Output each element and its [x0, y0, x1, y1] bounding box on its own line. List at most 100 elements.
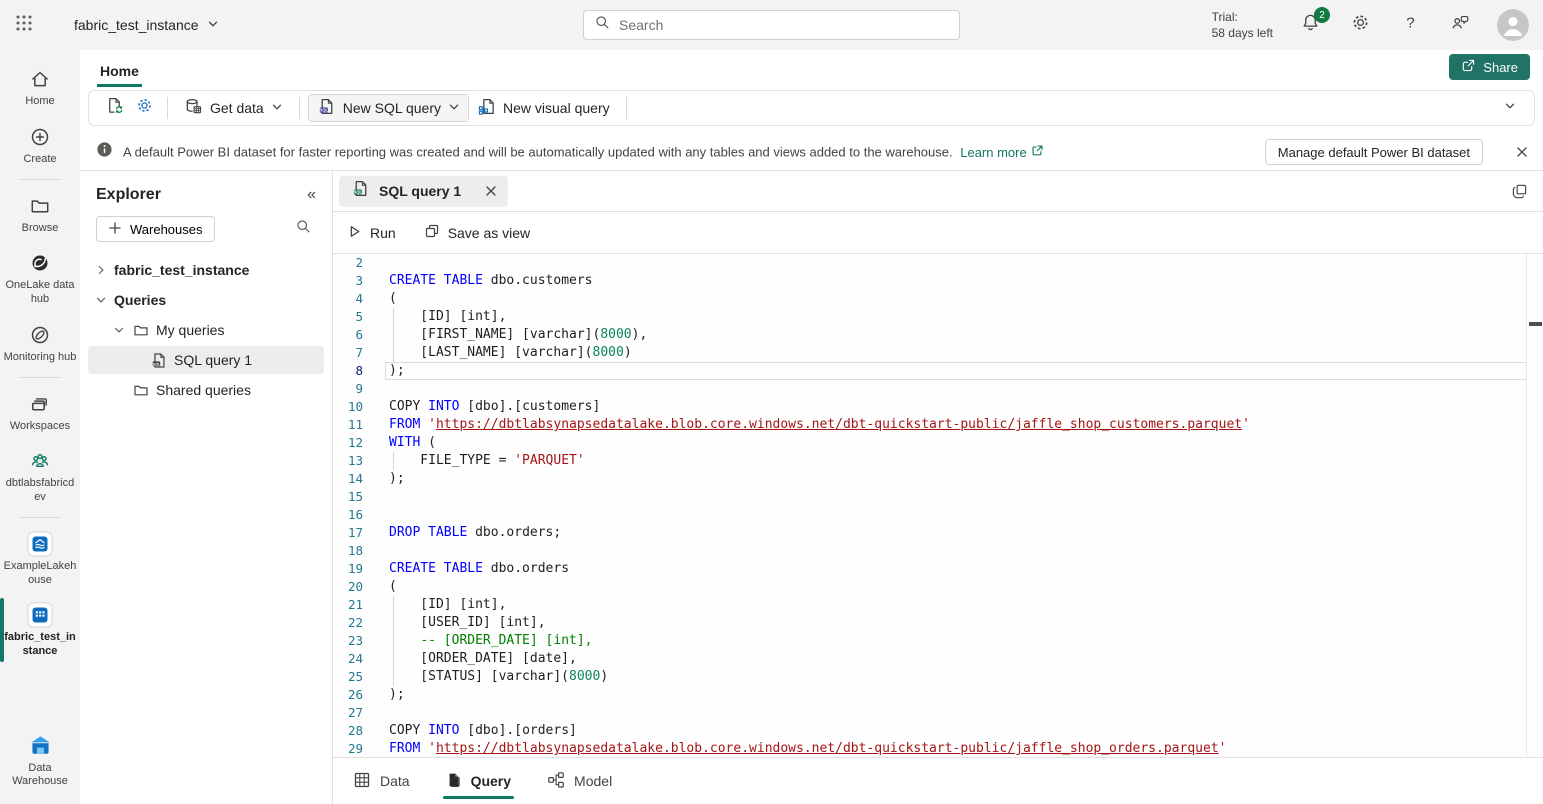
- explorer-title: Explorer: [96, 186, 161, 204]
- refresh-button[interactable]: [99, 94, 129, 122]
- banner-close-icon[interactable]: [1515, 145, 1529, 159]
- account-avatar[interactable]: [1497, 9, 1529, 41]
- editor-overview-ruler[interactable]: [1526, 254, 1527, 757]
- rail-item-dbtlabsfabricdev[interactable]: dbtlabsfabricdev: [0, 440, 80, 512]
- explorer-panel: Explorer « Warehouses fabric_test_instan…: [80, 171, 333, 804]
- manage-dataset-button[interactable]: Manage default Power BI dataset: [1265, 139, 1483, 165]
- chevron-down-icon[interactable]: [112, 324, 126, 336]
- code-line[interactable]: 21 [ID] [int],: [333, 596, 1543, 614]
- code-line[interactable]: 23 -- [ORDER_DATE] [int],: [333, 632, 1543, 650]
- database-icon: [184, 97, 203, 119]
- copy-icon[interactable]: [1511, 183, 1528, 200]
- tab-close-icon[interactable]: [484, 184, 498, 198]
- indent-guide: [393, 632, 394, 650]
- code-line[interactable]: 24 [ORDER_DATE] [date],: [333, 650, 1543, 668]
- rail-item-label: Browse: [22, 222, 59, 236]
- view-tab-model[interactable]: Model: [547, 758, 612, 804]
- explorer-search-button[interactable]: [290, 216, 316, 242]
- tree-item-my-queries[interactable]: My queries: [88, 316, 324, 344]
- code-line[interactable]: 26);: [333, 686, 1543, 704]
- rail-item-examplelakehouse[interactable]: ExampleLakehouse: [0, 523, 80, 595]
- learn-more-link[interactable]: Learn more: [960, 144, 1043, 160]
- workspace-row: Explorer « Warehouses fabric_test_instan…: [80, 171, 1543, 804]
- tree-item-queries[interactable]: Queries: [88, 286, 324, 314]
- share-icon: [1461, 58, 1476, 76]
- code-line[interactable]: 13 FILE_TYPE = 'PARQUET': [333, 452, 1543, 470]
- chevron-down-icon[interactable]: [94, 294, 108, 306]
- svg-text:SQL: SQL: [319, 108, 328, 113]
- code-line[interactable]: 2: [333, 254, 1543, 272]
- code-line[interactable]: 8);: [333, 362, 1543, 380]
- code-text: COPY INTO [dbo].[orders]: [389, 722, 577, 740]
- view-tab-query[interactable]: Query: [446, 758, 511, 804]
- code-line[interactable]: 5 [ID] [int],: [333, 308, 1543, 326]
- warehouse-settings-button[interactable]: [129, 94, 159, 122]
- save-as-view-button[interactable]: Save as view: [424, 223, 530, 242]
- code-line[interactable]: 14);: [333, 470, 1543, 488]
- line-number: 21: [333, 596, 363, 614]
- feedback-button[interactable]: [1447, 12, 1473, 38]
- settings-button[interactable]: [1347, 12, 1373, 38]
- rail-item-create[interactable]: Create: [0, 116, 80, 174]
- warehouses-label: Warehouses: [130, 222, 203, 237]
- collapse-panel-icon[interactable]: «: [307, 186, 316, 204]
- workspace-switcher[interactable]: fabric_test_instance: [74, 17, 219, 33]
- get-data-button[interactable]: Get data: [176, 94, 291, 122]
- rail-divider: [19, 179, 61, 180]
- rail-item-fabric-test-instance[interactable]: fabric_test_instance: [0, 594, 80, 666]
- ribbon-row: Get data SQL New SQL query New visual qu…: [80, 87, 1543, 134]
- rail-item-monitoring-hub[interactable]: Monitoring hub: [0, 314, 80, 372]
- code-line[interactable]: 17DROP TABLE dbo.orders;: [333, 524, 1543, 542]
- folder-icon: [132, 382, 150, 398]
- line-number: 27: [333, 704, 363, 722]
- code-line[interactable]: 10COPY INTO [dbo].[customers]: [333, 398, 1543, 416]
- code-line[interactable]: 20(: [333, 578, 1543, 596]
- tree-item-sql-query-1[interactable]: SQLSQL query 1: [88, 346, 324, 374]
- code-line[interactable]: 19CREATE TABLE dbo.orders: [333, 560, 1543, 578]
- new-sql-query-button[interactable]: SQL New SQL query: [308, 94, 469, 122]
- code-line[interactable]: 22 [USER_ID] [int],: [333, 614, 1543, 632]
- app-launcher-button[interactable]: [0, 0, 48, 50]
- tab-home[interactable]: Home: [97, 57, 142, 87]
- global-search[interactable]: [583, 10, 960, 40]
- tree-item-shared-queries[interactable]: Shared queries: [88, 376, 324, 404]
- chevron-right-icon[interactable]: [94, 264, 108, 276]
- view-tab-data[interactable]: Data: [353, 758, 410, 804]
- help-button[interactable]: ?: [1397, 12, 1423, 38]
- rail-item-data-warehouse[interactable]: Data Warehouse: [0, 725, 80, 797]
- code-line[interactable]: 27: [333, 704, 1543, 722]
- line-number: 26: [333, 686, 363, 704]
- code-line[interactable]: 6 [FIRST_NAME] [varchar](8000),: [333, 326, 1543, 344]
- visual-query-icon: [477, 97, 496, 119]
- code-line[interactable]: 4(: [333, 290, 1543, 308]
- tab-sql-query-1[interactable]: SQL SQL query 1: [339, 176, 508, 207]
- share-button[interactable]: Share: [1449, 54, 1530, 80]
- run-button[interactable]: Run: [347, 224, 396, 242]
- code-line[interactable]: 9: [333, 380, 1543, 398]
- new-visual-query-button[interactable]: New visual query: [469, 94, 618, 122]
- get-data-label: Get data: [210, 100, 264, 116]
- tree-item-fabric-test-instance[interactable]: fabric_test_instance: [88, 256, 324, 284]
- line-number: 28: [333, 722, 363, 740]
- code-line[interactable]: 15: [333, 488, 1543, 506]
- sql-code-editor[interactable]: 23CREATE TABLE dbo.customers4(5 [ID] [in…: [333, 254, 1543, 757]
- code-line[interactable]: 12WITH (: [333, 434, 1543, 452]
- rail-item-browse[interactable]: Browse: [0, 185, 80, 243]
- add-warehouses-button[interactable]: Warehouses: [96, 216, 215, 242]
- search-input[interactable]: [619, 17, 949, 33]
- code-line[interactable]: 28 COPY INTO [dbo].[orders]: [333, 722, 1543, 740]
- notifications-button[interactable]: 2: [1297, 12, 1323, 38]
- code-line[interactable]: 3CREATE TABLE dbo.customers: [333, 272, 1543, 290]
- rail-item-home[interactable]: Home: [0, 58, 80, 116]
- rail-item-label: Workspaces: [10, 420, 70, 434]
- code-line[interactable]: 25 [STATUS] [varchar](8000): [333, 668, 1543, 686]
- code-line[interactable]: 16: [333, 506, 1543, 524]
- rail-item-onelake-data-hub[interactable]: OneLake data hub: [0, 242, 80, 314]
- ribbon-collapse-button[interactable]: [1496, 99, 1524, 117]
- code-line[interactable]: 29FROM 'https://dbtlabsynapsedatalake.bl…: [333, 740, 1543, 757]
- line-number: 12: [333, 434, 363, 452]
- code-line[interactable]: 18: [333, 542, 1543, 560]
- code-line[interactable]: 7 [LAST_NAME] [varchar](8000): [333, 344, 1543, 362]
- rail-item-workspaces[interactable]: Workspaces: [0, 383, 80, 441]
- code-line[interactable]: 11FROM 'https://dbtlabsynapsedatalake.bl…: [333, 416, 1543, 434]
